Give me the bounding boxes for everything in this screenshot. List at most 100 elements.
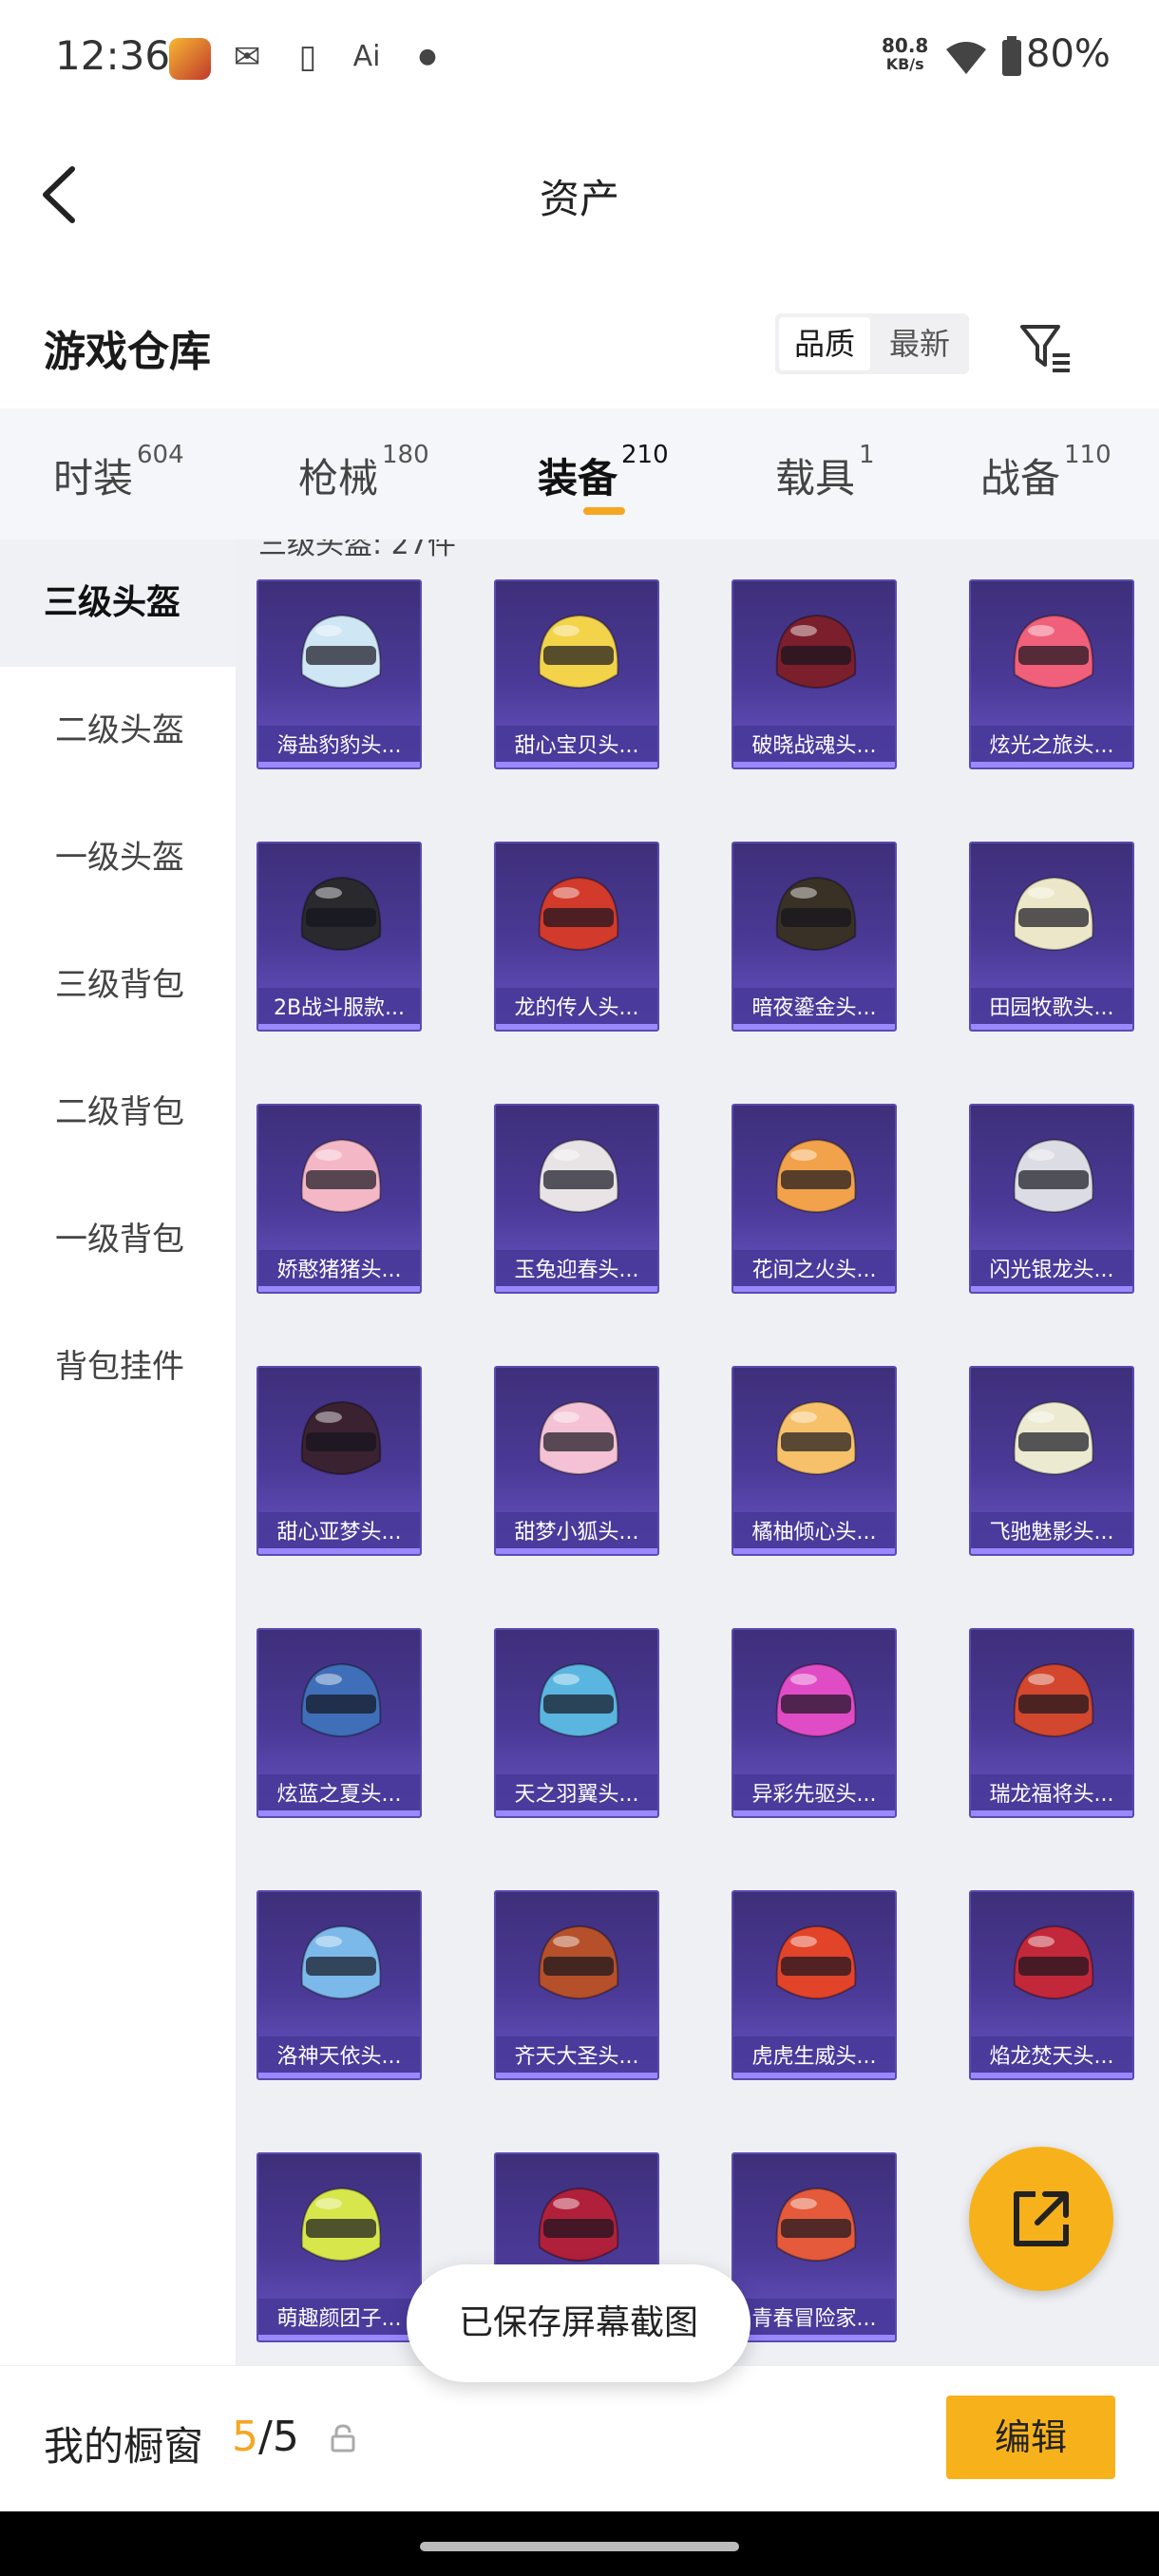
helmet-icon: [538, 2187, 619, 2263]
rarity-bar: [733, 2073, 895, 2078]
tab-label: 载具: [775, 455, 856, 502]
helmet-card[interactable]: 闪光银龙头...: [969, 1104, 1134, 1294]
rarity-bar: [733, 1810, 895, 1816]
tab-count: 110: [1064, 441, 1112, 469]
battery-icon: [1002, 36, 1021, 76]
rarity-bar: [258, 1548, 420, 1554]
helmet-icon: [1013, 876, 1094, 952]
helmet-icon: [1013, 1400, 1094, 1476]
showcase-current: 5: [232, 2413, 258, 2461]
helmet-card[interactable]: 飞驰魅影头...: [969, 1366, 1134, 1556]
sidebar-item-level1-backpack[interactable]: 一级背包: [0, 1176, 236, 1303]
share-external-icon: [1014, 2191, 1069, 2246]
tab-label: 枪械: [298, 455, 379, 502]
tab-weapons[interactable]: 枪械 180: [298, 441, 429, 504]
helmet-icon: [775, 1138, 857, 1214]
edit-button[interactable]: 编辑: [946, 2396, 1115, 2479]
sidebar-item-level3-backpack[interactable]: 三级背包: [0, 921, 236, 1049]
rarity-bar: [496, 2073, 657, 2078]
helmet-card[interactable]: 暗夜鎏金头...: [732, 842, 897, 1032]
helmet-card[interactable]: 甜心宝贝头...: [494, 579, 659, 769]
helmet-card[interactable]: 甜心亚梦头...: [256, 1366, 422, 1556]
filter-icon[interactable]: [1016, 317, 1074, 374]
dot-icon: ●: [418, 45, 437, 68]
helmet-card[interactable]: 娇憨猪猪头...: [256, 1104, 422, 1294]
tab-supplies[interactable]: 战备 110: [980, 441, 1112, 504]
rarity-bar: [971, 762, 1132, 767]
rarity-bar: [496, 1548, 657, 1554]
net-speed-value: 80.8: [882, 34, 929, 57]
active-tab-indicator: [583, 507, 625, 515]
helmet-icon: [538, 1924, 619, 2000]
helmet-card[interactable]: 海盐豹豹头...: [256, 579, 422, 769]
helmet-icon: [538, 614, 619, 690]
rarity-bar: [258, 1286, 420, 1292]
tab-vehicles[interactable]: 载具 1: [775, 441, 875, 504]
sidebar-item-backpack-charm[interactable]: 背包挂件: [0, 1303, 236, 1430]
helmet-card[interactable]: 虎虎生威头...: [732, 1890, 897, 2080]
sync-phone-icon: ▯: [298, 38, 317, 76]
helmet-card[interactable]: 花间之火头...: [732, 1104, 897, 1294]
rarity-bar: [971, 1810, 1132, 1816]
sidebar-item-level2-helmet[interactable]: 二级头盔: [0, 667, 236, 794]
rarity-bar: [733, 1286, 895, 1292]
tab-count: 604: [137, 441, 184, 469]
sidebar-item-level1-helmet[interactable]: 一级头盔: [0, 794, 236, 921]
helmet-icon: [300, 1400, 382, 1476]
showcase-count: 5/5: [232, 2413, 299, 2461]
helmet-icon: [775, 1400, 857, 1476]
helmet-card[interactable]: 破晓战魂头...: [732, 579, 897, 769]
helmet-card[interactable]: 齐天大圣头...: [494, 1890, 659, 2080]
helmet-card[interactable]: 洛神天依头...: [256, 1890, 422, 2080]
tab-count: 210: [621, 441, 669, 469]
helmet-card[interactable]: 甜梦小狐头...: [494, 1366, 659, 1556]
helmet-icon: [1013, 614, 1094, 690]
helmet-card[interactable]: 天之羽翼头...: [494, 1628, 659, 1818]
helmet-icon: [1013, 1662, 1094, 1738]
helmet-icon: [300, 1924, 382, 2000]
network-speed: 80.8 KB/s: [882, 36, 928, 74]
lock-icon: [331, 2424, 355, 2453]
status-time: 12:36: [55, 32, 171, 79]
tab-count: 1: [859, 441, 875, 469]
helmet-icon: [538, 1138, 619, 1214]
rarity-bar: [733, 1024, 895, 1030]
screenshot-toast: 已保存屏幕截图: [407, 2264, 750, 2382]
helmet-card[interactable]: 龙的传人头...: [494, 842, 659, 1032]
helmet-card[interactable]: 田园牧歌头...: [969, 842, 1134, 1032]
helmet-icon: [775, 614, 857, 690]
helmet-card[interactable]: 青春冒险家...: [732, 2152, 897, 2342]
rarity-bar: [971, 1286, 1132, 1292]
battery-level: 80%: [1026, 32, 1111, 76]
helmet-card[interactable]: 萌趣颜团子...: [256, 2152, 422, 2342]
sidebar-item-level2-backpack[interactable]: 二级背包: [0, 1049, 236, 1176]
sort-quality-button[interactable]: 品质: [779, 317, 870, 370]
tab-equipment[interactable]: 装备 210: [538, 441, 669, 504]
net-speed-unit: KB/s: [885, 55, 924, 73]
helmet-icon: [538, 1662, 619, 1738]
helmet-card[interactable]: 橘柚倾心头...: [732, 1366, 897, 1556]
warehouse-title: 游戏仓库: [44, 328, 211, 376]
helmet-card[interactable]: 炫光之旅头...: [969, 579, 1134, 769]
helmet-card[interactable]: 炫蓝之夏头...: [256, 1628, 422, 1818]
helmet-card[interactable]: 玉兔迎春头...: [494, 1104, 659, 1294]
rarity-bar: [258, 1024, 420, 1030]
page-title: 资产: [539, 176, 619, 222]
helmet-card[interactable]: 瑞龙福将头...: [969, 1628, 1134, 1818]
sidebar: 三级头盔 二级头盔 一级头盔 三级背包 二级背包 一级背包 背包挂件: [0, 540, 236, 2365]
helmet-card[interactable]: 2B战斗服款...: [256, 842, 422, 1032]
helmet-icon: [300, 1138, 382, 1214]
tab-fashion[interactable]: 时装 604: [53, 441, 184, 504]
helmet-card[interactable]: 异彩先驱头...: [732, 1628, 897, 1818]
rarity-bar: [971, 1024, 1132, 1030]
share-button[interactable]: [969, 2147, 1113, 2291]
home-gesture-handle[interactable]: [420, 2542, 739, 2551]
rarity-bar: [496, 762, 657, 767]
sidebar-item-level3-helmet[interactable]: 三级头盔: [0, 540, 236, 667]
helmet-icon: [538, 876, 619, 952]
sort-latest-button[interactable]: 最新: [874, 317, 965, 370]
helmet-icon: [1013, 1138, 1094, 1214]
rarity-bar: [733, 762, 895, 767]
helmet-card[interactable]: 焰龙焚天头...: [969, 1890, 1134, 2080]
game-app-icon: [169, 38, 211, 80]
